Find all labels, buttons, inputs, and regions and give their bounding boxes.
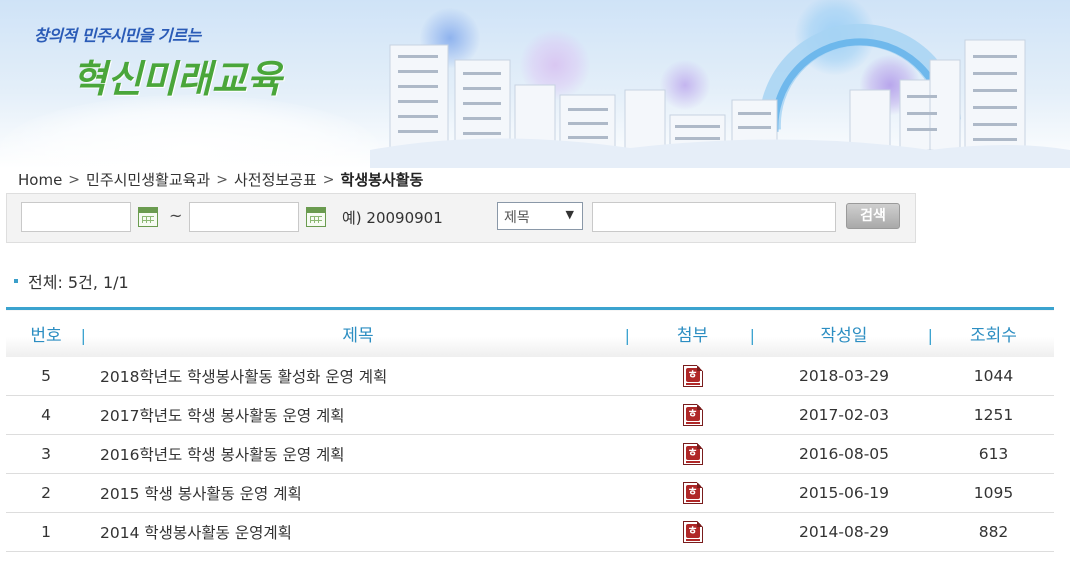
total-count-text: 전체: 5건, 1/1 xyxy=(28,273,129,292)
search-field-select[interactable]: 제목 ▼ xyxy=(497,202,583,230)
row-views: 882 xyxy=(933,512,1054,552)
table-row: 1 2014 학생봉사활동 운영계획 2014-08-29 882 xyxy=(6,512,1054,552)
row-title-link[interactable]: 2014 학생봉사활동 운영계획 xyxy=(86,512,630,552)
start-date-input[interactable] xyxy=(21,202,131,232)
slogan-small: 창의적 민주시민을 기르는 xyxy=(34,26,201,45)
search-field-selected: 제목 xyxy=(504,210,530,226)
chevron-right-icon: > xyxy=(216,171,228,188)
row-number: 5 xyxy=(6,356,86,396)
row-date: 2014-08-29 xyxy=(755,512,933,552)
row-date: 2017-02-03 xyxy=(755,395,933,435)
row-date: 2016-08-05 xyxy=(755,434,933,474)
breadcrumb-current: 학생봉사활동 xyxy=(340,171,424,189)
hwp-file-icon[interactable] xyxy=(682,521,703,543)
row-date: 2018-03-29 xyxy=(755,356,933,396)
breadcrumb-department[interactable]: 민주시민생활교육과 xyxy=(86,169,210,190)
row-attachment xyxy=(630,512,755,552)
column-header-views: 조회수 xyxy=(933,307,1054,357)
chevron-right-icon: > xyxy=(322,171,335,188)
breadcrumb: Home > 민주시민생활교육과 > 사전정보공표 > 학생봉사활동 xyxy=(18,169,423,190)
table-row: 4 2017학년도 학생 봉사활동 운영 계획 2017-02-03 1251 xyxy=(6,395,1054,435)
row-number: 2 xyxy=(6,473,86,513)
column-header-title: 제목 | xyxy=(86,307,630,357)
calendar-icon[interactable] xyxy=(138,207,158,227)
column-header-attachment: 첨부 | xyxy=(630,307,755,357)
result-summary: 전체: 5건, 1/1 xyxy=(14,269,129,293)
row-views: 1251 xyxy=(933,395,1054,435)
date-format-hint: 예) 20090901 xyxy=(342,209,443,227)
row-attachment xyxy=(630,395,755,435)
end-date-input[interactable] xyxy=(189,202,299,232)
hwp-file-icon[interactable] xyxy=(682,482,703,504)
city-skyline-illustration xyxy=(370,23,1070,168)
hwp-file-icon[interactable] xyxy=(682,404,703,426)
slogan-logo: 혁신미래교육 xyxy=(72,57,282,101)
row-title-link[interactable]: 2015 학생 봉사활동 운영 계획 xyxy=(86,473,630,513)
search-form: ~ 예) 20090901 제목 ▼ 검색 xyxy=(6,193,916,243)
date-range-separator: ~ xyxy=(169,206,183,225)
column-header-date: 작성일 | xyxy=(755,307,933,357)
header-banner: 창의적 민주시민을 기르는 혁신미래교육 xyxy=(0,0,1070,168)
row-title-link[interactable]: 2018학년도 학생봉사활동 활성화 운영 계획 xyxy=(86,356,630,396)
search-keyword-input[interactable] xyxy=(592,202,836,232)
table-row: 3 2016학년도 학생 봉사활동 운영 계획 2016-08-05 613 xyxy=(6,434,1054,474)
table-header-row: 번호 | 제목 | 첨부 | 작성일 | 조회수 xyxy=(6,307,1054,357)
hwp-file-icon[interactable] xyxy=(682,364,703,387)
row-number: 1 xyxy=(6,512,86,552)
calendar-icon[interactable] xyxy=(306,207,326,227)
breadcrumb-home[interactable]: Home xyxy=(18,171,62,189)
chevron-right-icon: > xyxy=(68,171,81,188)
row-views: 1044 xyxy=(933,356,1054,396)
board-table: 번호 | 제목 | 첨부 | 작성일 | 조회수 5 2018학년도 학생봉사활동 활성… xyxy=(6,307,1054,552)
table-row: 5 2018학년도 학생봉사활동 활성화 운영 계획 2018-03-29 10… xyxy=(6,356,1054,396)
row-attachment xyxy=(630,434,755,474)
row-title-link[interactable]: 2016학년도 학생 봉사활동 운영 계획 xyxy=(86,434,630,474)
dropdown-arrow-icon: ▼ xyxy=(565,208,574,221)
row-attachment xyxy=(630,473,755,513)
row-attachment xyxy=(630,356,755,396)
search-button[interactable]: 검색 xyxy=(846,203,900,229)
row-number: 4 xyxy=(6,395,86,435)
hwp-file-icon[interactable] xyxy=(682,443,703,465)
row-number: 3 xyxy=(6,434,86,474)
row-title-link[interactable]: 2017학년도 학생 봉사활동 운영 계획 xyxy=(86,395,630,435)
breadcrumb-disclosure[interactable]: 사전정보공표 xyxy=(234,169,317,190)
column-header-number: 번호 | xyxy=(6,307,86,357)
row-date: 2015-06-19 xyxy=(755,473,933,513)
bullet-icon xyxy=(14,279,18,283)
table-row: 2 2015 학생 봉사활동 운영 계획 2015-06-19 1095 xyxy=(6,473,1054,513)
row-views: 1095 xyxy=(933,473,1054,513)
row-views: 613 xyxy=(933,434,1054,474)
